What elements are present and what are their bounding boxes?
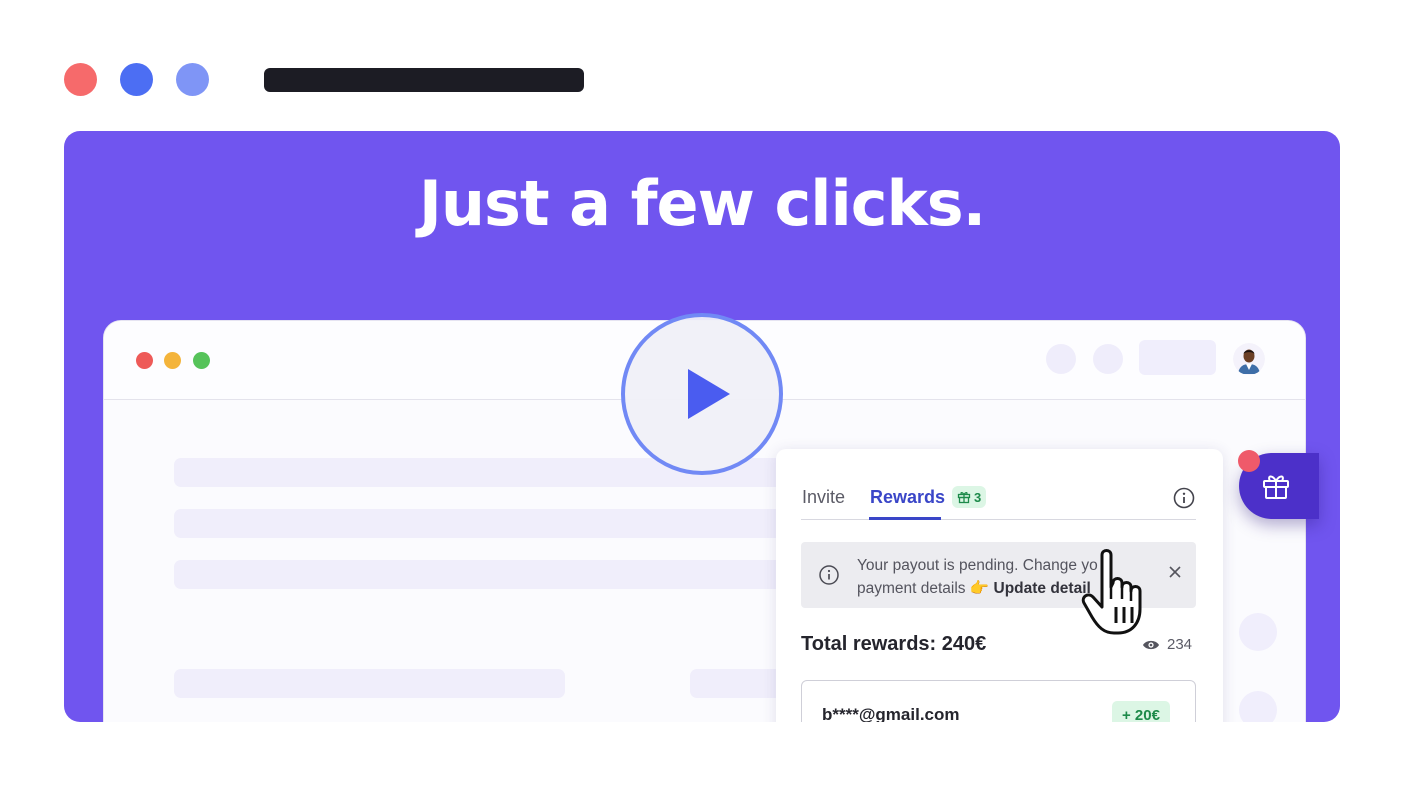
alert-line-2-text: payment details: [857, 580, 966, 597]
mock-dot-green: [193, 352, 210, 369]
info-icon: [819, 565, 839, 585]
content-placeholder-line: [174, 669, 565, 698]
tab-rewards[interactable]: Rewards: [870, 487, 945, 508]
tab-divider: [801, 519, 1196, 520]
tab-invite[interactable]: Invite: [802, 487, 845, 508]
window-dot-maximize[interactable]: [176, 63, 209, 96]
toolbar-placeholder-button: [1139, 340, 1216, 375]
update-details-link[interactable]: Update detail: [994, 580, 1091, 597]
side-placeholder-circle: [1239, 613, 1277, 651]
reward-email: b****@gmail.com: [822, 705, 960, 722]
content-placeholder-line: [174, 509, 784, 538]
info-icon[interactable]: [1173, 487, 1195, 509]
total-rewards-heading: Total rewards: 240€: [801, 633, 987, 655]
hero-headline: Just a few clicks.: [418, 167, 986, 240]
mock-dot-yellow: [164, 352, 181, 369]
views-count: 234: [1167, 636, 1193, 653]
window-dot-minimize[interactable]: [120, 63, 153, 96]
reward-list-item[interactable]: b****@gmail.com + 20€: [801, 680, 1196, 722]
badge-count: 3: [974, 489, 982, 505]
avatar[interactable]: [1233, 343, 1265, 375]
mock-dot-red: [136, 352, 153, 369]
alert-line-2: payment details 👉 Update detail: [857, 577, 1098, 600]
play-video-button[interactable]: [621, 313, 783, 475]
content-placeholder-line: [690, 669, 790, 698]
notification-dot: [1238, 450, 1260, 472]
window-dot-close[interactable]: [64, 63, 97, 96]
gift-icon: [957, 492, 971, 504]
pointer-hand-icon: [1081, 549, 1142, 635]
play-icon: [688, 369, 730, 419]
alert-line-1: Your payout is pending. Change yo: [857, 557, 1098, 574]
gift-icon: [1263, 475, 1289, 499]
content-placeholder-line: [174, 560, 784, 589]
eye-icon: [1143, 640, 1159, 649]
toolbar-placeholder-circle: [1093, 344, 1123, 374]
pointing-hand-emoji: 👉: [969, 580, 990, 597]
active-tab-indicator: [869, 517, 941, 520]
alert-message: Your payout is pending. Change yo paymen…: [857, 554, 1098, 600]
rewards-count-badge: 3: [952, 486, 987, 508]
address-bar-placeholder: [264, 68, 584, 92]
toolbar-placeholder-circle: [1046, 344, 1076, 374]
side-placeholder-circle: [1239, 691, 1277, 722]
reward-amount-badge: + 20€: [1112, 701, 1170, 722]
close-icon[interactable]: [1167, 564, 1183, 580]
